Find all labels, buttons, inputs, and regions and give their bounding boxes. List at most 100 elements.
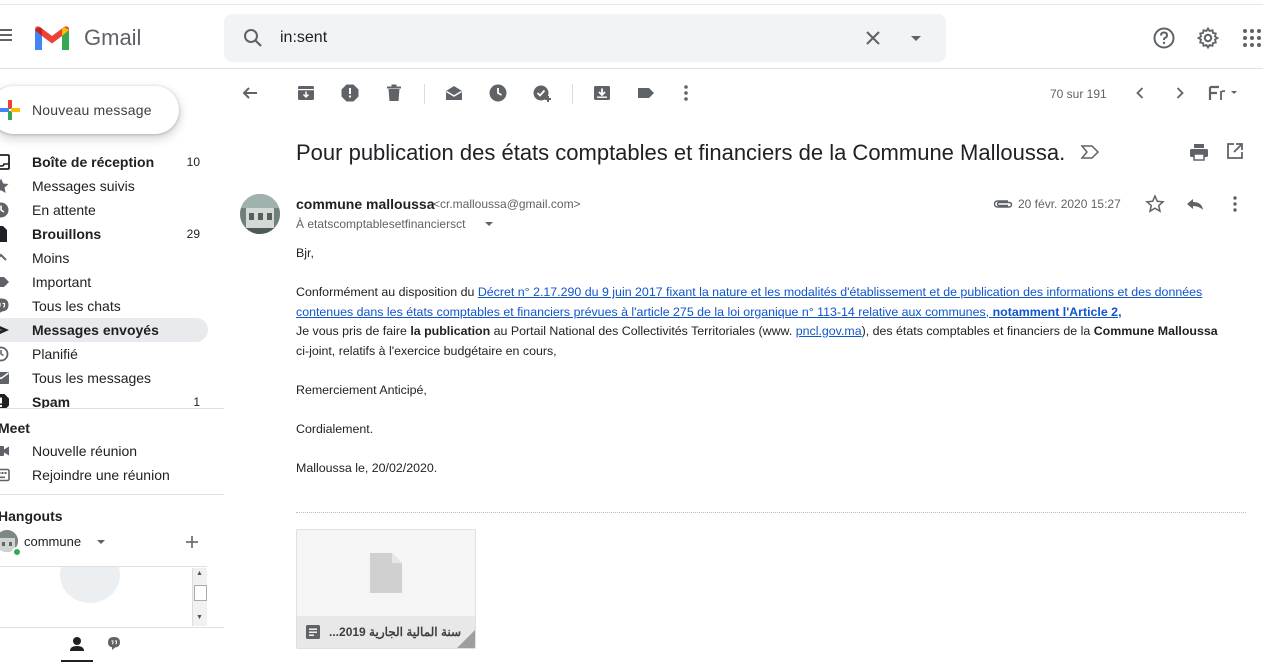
sidebar-item-label: Spam <box>32 394 71 408</box>
sidebar-item-drafts[interactable]: Brouillons 29 <box>0 222 208 246</box>
sidebar-item-label: Planifié <box>32 346 78 362</box>
add-contact-icon[interactable] <box>182 532 202 552</box>
search-icon[interactable] <box>241 26 265 50</box>
drafts-count: 29 <box>186 227 200 241</box>
sidebar-item-less[interactable]: Moins <box>0 246 208 270</box>
scroll-down-icon[interactable]: ▼ <box>196 614 203 621</box>
reply-arrow-icon[interactable] <box>1185 194 1205 214</box>
sidebar-item-important[interactable]: Important <box>0 270 208 294</box>
mark-unread-icon[interactable] <box>444 83 464 103</box>
sidebar-item-snoozed[interactable]: En attente <box>0 198 208 222</box>
hangouts-section-title: Hangouts <box>0 508 63 524</box>
print-icon[interactable] <box>1189 142 1209 162</box>
online-status-dot <box>12 547 22 557</box>
contacts-tab[interactable] <box>61 628 93 662</box>
sidebar-item-label: Boîte de réception <box>32 154 155 170</box>
compose-button[interactable]: Nouveau message <box>0 86 179 134</box>
spam-count: 1 <box>193 395 200 408</box>
attachment-paperclip-icon <box>993 197 1013 211</box>
search-bar <box>224 14 946 62</box>
importance-marker-icon[interactable] <box>1080 143 1100 161</box>
body-text: Je vous pris de faire <box>296 324 411 338</box>
newer-chevron-left-icon[interactable] <box>1130 83 1150 103</box>
conversations-tab[interactable] <box>98 628 130 662</box>
message-body: Bjr, Conformément au disposition du Décr… <box>296 244 1226 478</box>
report-spam-icon[interactable] <box>340 83 360 103</box>
portal-link[interactable]: pncl.gov.ma <box>796 324 862 338</box>
star-outline-icon[interactable] <box>1145 194 1165 214</box>
sidebar-item-scheduled[interactable]: Planifié <box>0 342 208 366</box>
show-details-chevron-icon[interactable] <box>484 219 494 229</box>
attachments-divider <box>296 512 1246 513</box>
delete-trash-icon[interactable] <box>384 83 404 103</box>
sender-avatar[interactable] <box>240 194 280 234</box>
hangouts-panel <box>0 566 207 626</box>
add-to-tasks-icon[interactable] <box>532 83 552 103</box>
attachment-card[interactable]: ...سنة المالية الجارية 2019 <box>296 529 476 649</box>
app-name: Gmail <box>84 25 142 50</box>
sidebar-item-label: Moins <box>32 250 70 266</box>
body-text: ci-joint, relatifs à l'exercice budgétai… <box>296 343 557 358</box>
chevron-down-icon[interactable] <box>95 536 107 548</box>
message-toolbar: 70 sur 191 <box>224 70 1263 118</box>
body-paragraph-2: Je vous pris de faire la publication au … <box>296 322 1226 361</box>
older-chevron-right-icon[interactable] <box>1170 83 1190 103</box>
sidebar-item-inbox[interactable]: Boîte de réception 10 <box>0 150 208 174</box>
open-new-window-icon[interactable] <box>1226 142 1244 160</box>
clock-icon <box>0 201 10 219</box>
video-camera-icon <box>0 442 10 460</box>
settings-gear-icon[interactable] <box>1196 26 1220 50</box>
sidebar-item-chats[interactable]: Tous les chats <box>0 294 208 318</box>
help-icon[interactable] <box>1152 26 1176 50</box>
keyboard-icon <box>0 466 10 484</box>
search-options-icon[interactable] <box>904 26 928 50</box>
chat-bubble-icon <box>0 297 10 315</box>
sidebar-item-label: Messages envoyés <box>32 322 159 338</box>
new-meeting-label: Nouvelle réunion <box>32 443 138 459</box>
sidebar-item-label: Brouillons <box>32 226 102 242</box>
signature-line: Malloussa le, 20/02/2020. <box>296 460 438 475</box>
important-label-icon <box>0 273 10 291</box>
new-meeting-item[interactable]: Nouvelle réunion <box>0 439 208 463</box>
sidebar-item-label: Tous les chats <box>32 298 121 314</box>
message-more-vertical-icon[interactable] <box>1225 194 1245 214</box>
more-vertical-icon[interactable] <box>676 83 696 103</box>
hangouts-scrollbar[interactable]: ▲ ▼ <box>192 568 207 626</box>
send-icon <box>0 321 10 339</box>
sender-name[interactable]: commune malloussa <box>296 196 435 212</box>
label-tag-icon[interactable] <box>636 83 656 103</box>
hangouts-user-name: commune <box>24 534 82 549</box>
spam-report-icon <box>0 393 10 408</box>
sender-email: <cr.malloussa@gmail.com> <box>433 197 581 211</box>
join-meeting-item[interactable]: Rejoindre une réunion <box>0 463 208 487</box>
scroll-up-icon[interactable]: ▲ <box>196 570 203 577</box>
move-to-icon[interactable] <box>592 83 612 103</box>
back-arrow-icon[interactable] <box>240 83 260 103</box>
sidebar-item-spam[interactable]: Spam 1 <box>0 390 208 408</box>
app-header: Gmail <box>0 5 1263 69</box>
apps-grid-icon[interactable] <box>1240 26 1263 50</box>
search-input[interactable] <box>280 26 840 50</box>
sidebar-item-all-mail[interactable]: Tous les messages <box>0 366 208 390</box>
attachment-corner-fold <box>457 630 475 648</box>
scheduled-clock-icon <box>0 345 10 363</box>
main-menu-icon[interactable] <box>0 25 14 45</box>
body-paragraph-1: Conformément au disposition du Décret n°… <box>296 283 1226 322</box>
sidebar-item-label: Important <box>32 274 92 290</box>
sidebar-item-sent[interactable]: Messages envoyés <box>0 318 208 342</box>
clear-search-icon[interactable] <box>861 26 885 50</box>
toolbar-separator <box>572 84 573 104</box>
chevron-up-icon <box>0 249 10 267</box>
sidebar-item-starred[interactable]: Messages suivis <box>0 174 208 198</box>
message-subject: Pour publication des états comptables et… <box>296 140 1066 165</box>
scroll-thumb[interactable] <box>194 585 207 601</box>
gmail-logo-icon[interactable] <box>33 24 71 52</box>
archive-icon[interactable] <box>296 83 316 103</box>
snooze-clock-icon[interactable] <box>488 83 508 103</box>
hangouts-user[interactable]: commune <box>0 530 210 557</box>
compose-label: Nouveau message <box>32 102 152 118</box>
sidebar-nav: Boîte de réception 10 Messages suivis En… <box>0 150 224 408</box>
star-icon <box>0 177 10 195</box>
input-tools-icon[interactable] <box>1208 83 1242 103</box>
body-text: ), des états comptables et financiers de… <box>861 324 1094 338</box>
